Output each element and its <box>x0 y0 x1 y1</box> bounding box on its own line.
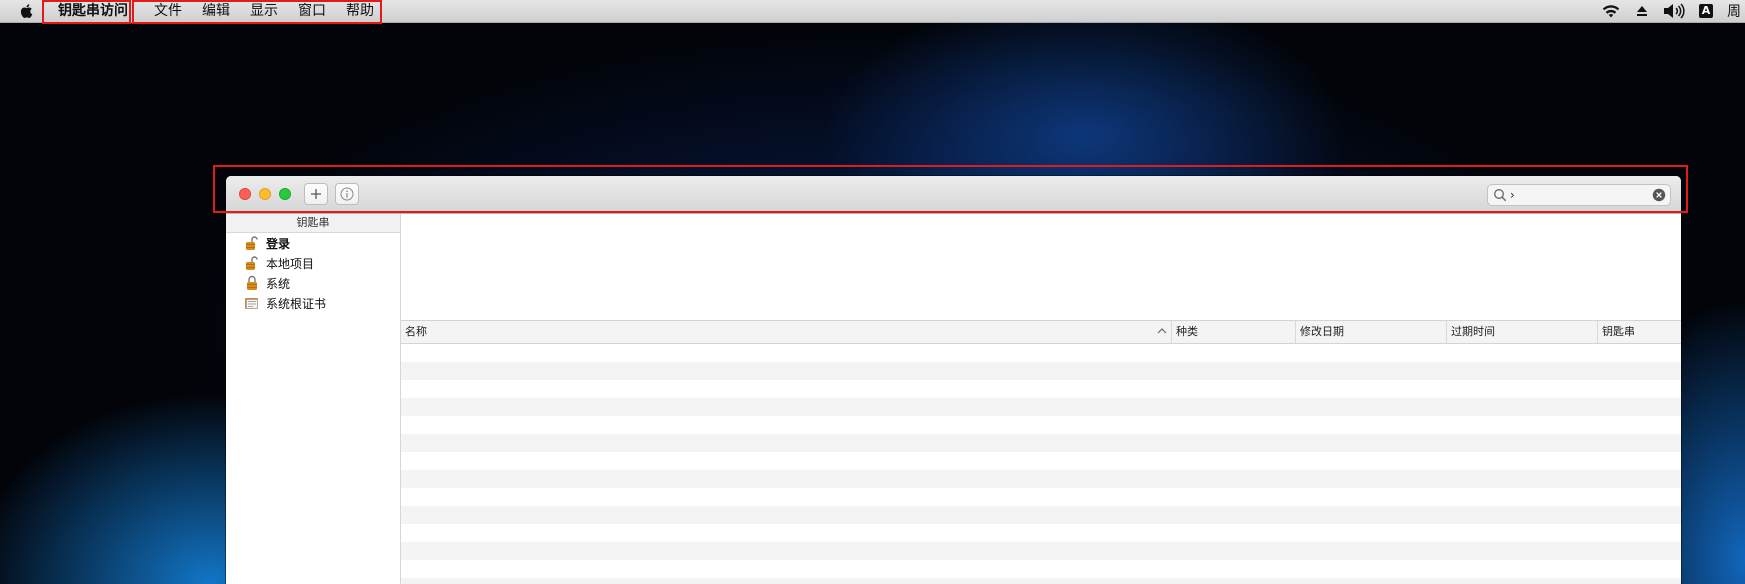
info-icon <box>340 187 354 201</box>
column-name[interactable]: 名称 <box>401 321 1171 343</box>
sidebar-item-system-roots[interactable]: 系统根证书 <box>226 293 400 313</box>
menu-app-name[interactable]: 钥匙串访问 <box>48 0 138 22</box>
search-icon <box>1494 189 1507 202</box>
table-row <box>401 560 1681 578</box>
menu-help[interactable]: 帮助 <box>336 0 384 22</box>
keychain-window: 钥匙串 登录 本地项目 <box>226 176 1681 584</box>
status-area: A 周 <box>1601 0 1745 22</box>
table-row <box>401 434 1681 452</box>
column-keychain[interactable]: 钥匙串 <box>1597 321 1681 343</box>
certificate-folder-icon <box>245 298 258 309</box>
table-row <box>401 506 1681 524</box>
column-kind[interactable]: 种类 <box>1171 321 1295 343</box>
table-row <box>401 524 1681 542</box>
sidebar-item-login[interactable]: 登录 <box>226 233 400 253</box>
sidebar-item-system[interactable]: 系统 <box>226 273 400 293</box>
table-row <box>401 578 1681 584</box>
table-row <box>401 344 1681 362</box>
column-label: 钥匙串 <box>1602 325 1635 338</box>
sidebar-item-label: 登录 <box>266 236 291 251</box>
wifi-icon[interactable] <box>1601 0 1621 22</box>
items-pane: 名称 种类 修改日期 过期时间 钥匙串 <box>401 214 1681 584</box>
input-method-label: A <box>1699 4 1713 18</box>
menu-view[interactable]: 显示 <box>240 0 288 22</box>
menu-window[interactable]: 窗口 <box>288 0 336 22</box>
sidebar-header: 钥匙串 <box>226 214 400 233</box>
menu-edit[interactable]: 编辑 <box>192 0 240 22</box>
table-header: 名称 种类 修改日期 过期时间 钥匙串 <box>401 321 1681 344</box>
sidebar-item-local-items[interactable]: 本地项目 <box>226 253 400 273</box>
search-field[interactable] <box>1487 184 1671 206</box>
menu-bar: 钥匙串访问 文件 编辑 显示 窗口 帮助 A 周 <box>0 0 1745 23</box>
menubar-clock[interactable]: 周 <box>1727 1 1741 21</box>
eject-icon[interactable] <box>1635 0 1649 22</box>
title-bar[interactable] <box>226 176 1681 214</box>
column-expires[interactable]: 过期时间 <box>1446 321 1597 343</box>
column-label: 种类 <box>1176 325 1198 338</box>
minimize-button[interactable] <box>259 188 271 200</box>
table-row <box>401 488 1681 506</box>
sidebar-item-label: 系统根证书 <box>266 296 327 311</box>
padlock-closed-icon <box>247 275 257 290</box>
zoom-button[interactable] <box>279 188 291 200</box>
info-button[interactable] <box>335 183 359 205</box>
detail-pane <box>401 214 1681 321</box>
sort-ascending-icon <box>1157 328 1167 334</box>
search-input[interactable] <box>1510 186 1640 204</box>
sidebar-item-label: 本地项目 <box>266 256 315 271</box>
close-button[interactable] <box>239 188 251 200</box>
table-row <box>401 362 1681 380</box>
padlock-open-icon <box>246 236 258 250</box>
column-label: 修改日期 <box>1300 325 1344 338</box>
table-row <box>401 398 1681 416</box>
keychain-sidebar: 钥匙串 登录 本地项目 系统 系统根证书 <box>226 214 401 584</box>
volume-icon[interactable] <box>1663 0 1685 22</box>
sidebar-item-label: 系统 <box>266 276 291 291</box>
menu-file[interactable]: 文件 <box>144 0 192 22</box>
apple-logo-icon[interactable] <box>18 2 36 20</box>
add-item-button[interactable] <box>304 183 328 205</box>
table-row <box>401 380 1681 398</box>
table-row <box>401 542 1681 560</box>
items-table[interactable] <box>401 344 1681 584</box>
table-row <box>401 470 1681 488</box>
column-date-modified[interactable]: 修改日期 <box>1295 321 1446 343</box>
padlock-open-icon <box>246 256 258 270</box>
clear-search-icon[interactable] <box>1652 188 1666 202</box>
table-row <box>401 416 1681 434</box>
column-label: 名称 <box>405 325 427 338</box>
column-label: 过期时间 <box>1451 325 1495 338</box>
table-row <box>401 452 1681 470</box>
input-method-icon[interactable]: A <box>1699 0 1713 22</box>
plus-icon <box>311 189 321 199</box>
